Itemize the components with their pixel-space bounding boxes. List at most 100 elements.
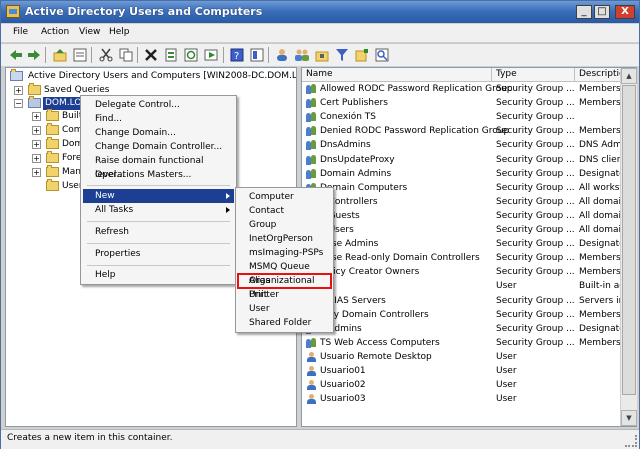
menu-help[interactable]: Help [109,27,130,37]
table-row[interactable]: prise Admins Security Group ... Designated [302,237,636,251]
title-bar[interactable]: Active Directory Users and Computers _ □… [1,1,639,23]
table-row[interactable]: DnsAdmins Security Group ... DNS Admin [302,138,636,152]
menu-item-properties[interactable]: Properties [83,247,234,261]
menu-item-help[interactable]: Help [83,268,234,282]
tree-item-domain-controllers[interactable]: + Dom [6,137,86,151]
table-row[interactable]: Domain Admins Security Group ... Designate… [302,167,636,181]
table-row[interactable]: Conexión TS Security Group ... [302,110,636,124]
tree-item-users[interactable]: User [6,179,86,193]
refresh-icon[interactable] [184,48,198,62]
table-row[interactable]: n Guests Security Group ... All domain [302,209,636,223]
find-icon[interactable] [375,48,389,62]
submenu-item-shared-folder[interactable]: Shared Folder [238,316,331,330]
tree-item-builtin[interactable]: + Builti [6,109,86,123]
table-row[interactable]: Domain Computers Security Group ... All wo… [302,181,636,195]
menu-file[interactable]: File [13,27,28,37]
properties-icon[interactable] [164,48,178,62]
submenu-item-printer[interactable]: Printer [238,288,331,302]
add-to-group-icon[interactable] [355,48,369,62]
collapse-icon[interactable]: − [14,99,23,108]
scroll-down-icon[interactable]: ▼ [621,410,637,426]
menu-item-refresh[interactable]: Refresh [83,225,234,239]
tree-root[interactable]: Active Directory Users and Computers [WI… [6,69,296,83]
table-row[interactable]: nd IAS Servers Security Group ... Servers … [302,294,636,308]
table-row[interactable]: n Users Security Group ... All domain [302,223,636,237]
status-bar: Creates a new item in this container. [1,429,639,449]
vertical-scrollbar[interactable]: ▲ ▼ [620,68,637,426]
table-row[interactable]: Usuario02 User [302,378,636,392]
menu-item-change-domain-controller[interactable]: Change Domain Controller... [83,140,234,154]
list-pane[interactable]: Name Type Description Allowed RODC Passw… [301,67,637,427]
menu-item-operations-masters[interactable]: Operations Masters... [83,168,234,182]
table-row[interactable]: User Built-in acc [302,279,636,293]
tree-item-computers[interactable]: + Comp [6,123,88,137]
forward-icon[interactable] [27,48,41,62]
column-header-name[interactable]: Name [302,68,492,82]
submenu-item-contact[interactable]: Contact [238,204,331,218]
table-row[interactable]: Policy Creator Owners Security Group ... M… [302,265,636,279]
submenu-item-msmq-queue-alias[interactable]: MSMQ Queue Alias [238,260,331,286]
menu-item-change-domain[interactable]: Change Domain... [83,126,234,140]
menu-item-new[interactable]: New [83,189,234,203]
menu-item-find[interactable]: Find... [83,112,234,126]
group-icon [306,112,317,123]
expand-icon[interactable]: + [14,86,23,95]
submenu-item-inetorgperson[interactable]: InetOrgPerson [238,232,331,246]
table-row[interactable]: n Controllers Security Group ... All domai… [302,195,636,209]
cell-name: Usuario02 [320,380,366,391]
table-row[interactable]: Usuario01 User [302,364,636,378]
table-row[interactable]: DnsUpdateProxy Security Group ... DNS clie… [302,153,636,167]
filter-icon[interactable] [335,48,349,62]
submenu-item-computer[interactable]: Computer [238,190,331,204]
resize-grip-icon[interactable] [625,435,637,447]
expand-icon[interactable]: + [32,168,41,177]
table-row[interactable]: a Admins Security Group ... Designated [302,322,636,336]
cut-icon[interactable] [99,48,113,62]
menu-item-delegate-control[interactable]: Delegate Control... [83,98,234,112]
table-row[interactable]: Usuario Remote Desktop User [302,350,636,364]
tree-item-managed-accounts[interactable]: + Mana [6,165,87,179]
up-icon[interactable] [53,48,67,62]
console-icon[interactable] [250,48,264,62]
user-icon[interactable] [275,48,289,62]
menu-action[interactable]: Action [41,27,69,37]
column-header-type[interactable]: Type [492,68,575,82]
expand-icon[interactable]: + [32,154,41,163]
cell-type: Security Group ... [496,253,575,264]
close-button[interactable]: X [615,5,635,19]
table-row[interactable]: Cert Publishers Security Group ... Members… [302,96,636,110]
submenu-item-user[interactable]: User [238,302,331,316]
menu-item-all-tasks[interactable]: All Tasks [83,203,234,217]
table-row[interactable]: prise Read-only Domain Controllers Securi… [302,251,636,265]
export-icon[interactable] [204,48,218,62]
copy-icon[interactable] [119,48,133,62]
folder-icon [28,83,41,95]
submenu-item-msimaging-psps[interactable]: msImaging-PSPs [238,246,331,260]
submenu-item-organizational-unit[interactable]: Organizational Unit [237,273,332,300]
ou-icon[interactable] [315,48,329,62]
help-icon[interactable]: ? [230,48,244,62]
tree-item-foreign-principals[interactable]: + Fore [6,151,86,165]
menu-view[interactable]: View [79,27,100,37]
scroll-thumb[interactable] [622,85,636,395]
minimize-button[interactable]: _ [576,5,592,19]
submenu-item-group[interactable]: Group [238,218,331,232]
menu-item-raise-functional-level[interactable]: Raise domain functional level... [83,154,234,180]
expand-icon[interactable]: + [32,140,41,149]
table-row[interactable]: Allowed RODC Password Replication Group S… [302,82,636,96]
details-icon[interactable] [73,48,87,62]
group-icon[interactable] [295,48,309,62]
table-row[interactable]: Denied RODC Password Replication Group Se… [302,124,636,138]
delete-icon[interactable] [144,48,158,62]
table-row[interactable]: TS Web Access Computers Security Group ..… [302,336,636,350]
expand-icon[interactable]: + [32,112,41,121]
expand-icon[interactable]: + [32,126,41,135]
status-text: Creates a new item in this container. [7,433,173,443]
maximize-button[interactable]: □ [594,5,610,19]
back-icon[interactable] [9,48,23,62]
cell-description: DNS client [579,154,626,165]
menu-separator [87,221,230,222]
table-row[interactable]: only Domain Controllers Security Group ..… [302,308,636,322]
scroll-up-icon[interactable]: ▲ [621,68,637,84]
table-row[interactable]: Usuario03 User [302,392,636,406]
